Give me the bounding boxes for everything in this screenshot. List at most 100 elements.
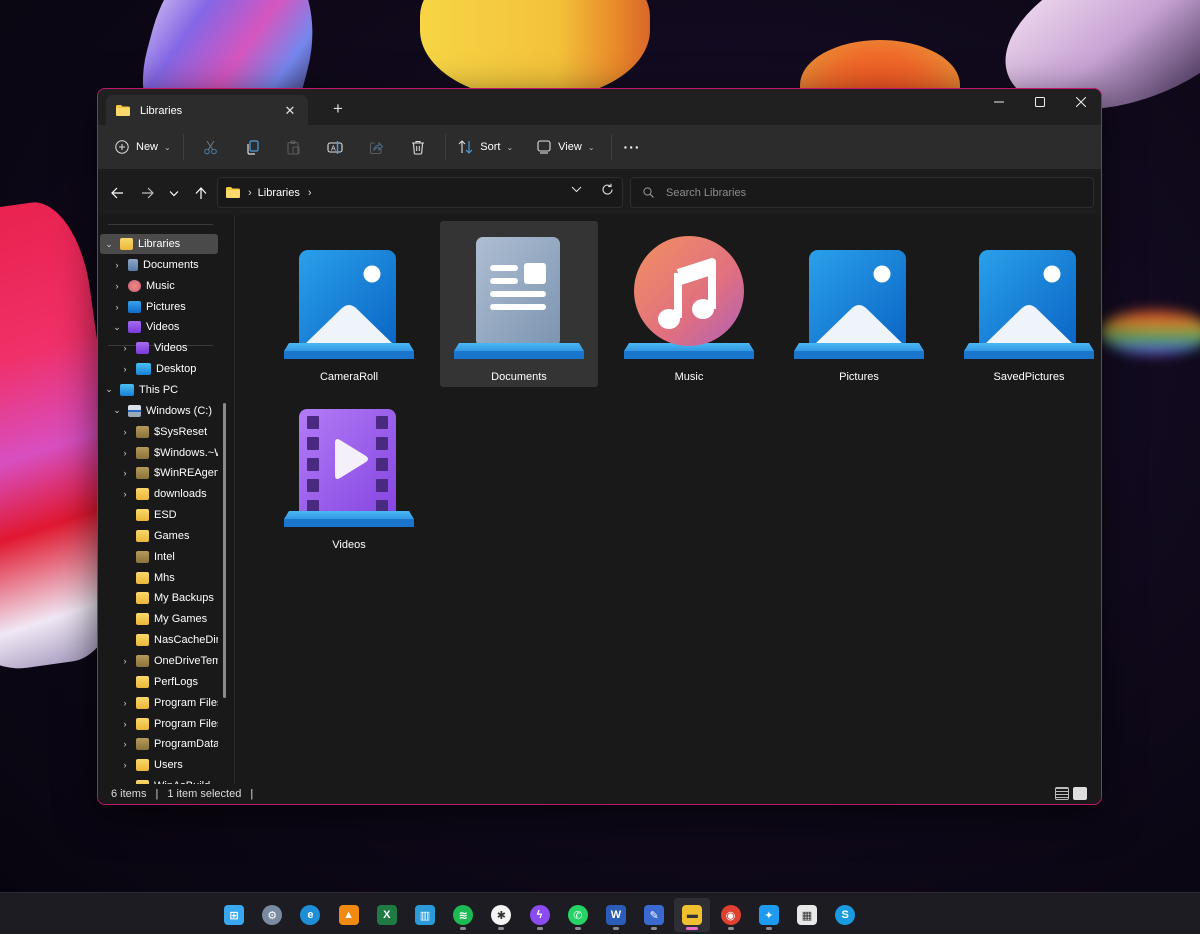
nav-item[interactable]: ›WinAsBuild	[100, 776, 218, 784]
rename-button[interactable]: A	[315, 131, 357, 163]
share-button[interactable]	[356, 131, 398, 163]
nav-item[interactable]: ⌄ Videos	[100, 317, 218, 337]
nav-item[interactable]: Intel	[100, 547, 218, 567]
nav-item[interactable]: NasCacheDirec	[100, 630, 218, 650]
chevron-right-icon[interactable]: ›	[120, 698, 130, 708]
nav-item[interactable]: › OneDriveTemp	[100, 651, 218, 671]
close-tab-button[interactable]: ✕	[276, 99, 304, 123]
chevron-right-icon[interactable]: ›	[120, 364, 130, 374]
nav-item[interactable]: ESD	[100, 505, 218, 525]
minimize-button[interactable]	[978, 89, 1019, 115]
search-input[interactable]	[666, 186, 1066, 199]
library-item[interactable]: Pictures	[780, 221, 938, 387]
search-box[interactable]	[630, 177, 1094, 208]
nav-item[interactable]: Mhs	[100, 568, 218, 588]
new-button[interactable]: New ⌄	[109, 131, 177, 163]
cut-button[interactable]	[190, 131, 232, 163]
chevron-right-icon[interactable]: ›	[120, 760, 130, 770]
tab-libraries[interactable]: Libraries ✕	[106, 95, 308, 126]
navigation-scrollbar[interactable]	[223, 403, 226, 698]
recent-locations-button[interactable]	[162, 181, 186, 205]
taskbar-skype[interactable]: S	[827, 898, 863, 932]
taskbar-snip[interactable]: ✎	[636, 898, 672, 932]
nav-item[interactable]: › Desktop	[100, 359, 218, 379]
nav-item[interactable]: ⌄ Windows (C:)	[100, 401, 218, 421]
chevron-right-icon[interactable]: ›	[120, 427, 130, 437]
taskbar-file-explorer[interactable]: ▬	[674, 898, 711, 932]
taskbar-messenger[interactable]: ϟ	[522, 898, 558, 932]
chevron-right-icon[interactable]: ›	[120, 656, 130, 666]
nav-item[interactable]: My Backups	[100, 588, 218, 608]
maximize-button[interactable]	[1019, 89, 1060, 115]
nav-item[interactable]: › $SysReset	[100, 422, 218, 442]
chevron-right-icon[interactable]: ›	[112, 302, 122, 312]
nav-item[interactable]: › Users	[100, 755, 218, 775]
taskbar-start[interactable]: ⊞	[216, 898, 252, 932]
nav-item[interactable]: Games	[100, 526, 218, 546]
taskbar-microsoft-store[interactable]: ▦	[789, 898, 825, 932]
address-history-button[interactable]	[571, 185, 582, 196]
details-view-button[interactable]	[1055, 787, 1069, 800]
library-item[interactable]: CameraRoll	[270, 221, 428, 387]
library-item[interactable]: Music	[610, 221, 768, 387]
nav-item[interactable]: › Program Files	[100, 693, 218, 713]
view-button[interactable]: View ⌄	[531, 131, 600, 163]
nav-item[interactable]: ⌄ This PC	[100, 380, 218, 400]
forward-button[interactable]	[135, 181, 159, 205]
taskbar-azure-data-studio[interactable]: ▥	[407, 898, 443, 932]
back-button[interactable]	[105, 181, 129, 205]
refresh-button[interactable]	[601, 183, 614, 199]
nav-item[interactable]: › $WinREAgent	[100, 463, 218, 483]
breadcrumb-separator[interactable]: ›	[308, 187, 312, 199]
paste-button[interactable]	[273, 131, 315, 163]
pane-splitter[interactable]	[234, 215, 235, 784]
taskbar-spotify[interactable]: ≋	[445, 898, 481, 932]
chevron-right-icon[interactable]: ›	[120, 719, 130, 729]
nav-item[interactable]: › ProgramData	[100, 734, 218, 754]
nav-item[interactable]: › $Windows.~W	[100, 443, 218, 463]
nav-item[interactable]: › Documents	[100, 255, 218, 275]
taskbar-settings[interactable]: ⚙	[254, 898, 290, 932]
chevron-right-icon[interactable]: ›	[120, 448, 130, 458]
nav-item[interactable]: › Program Files (	[100, 714, 218, 734]
chevron-right-icon[interactable]: ›	[120, 343, 130, 353]
taskbar-vlc[interactable]: ▲	[331, 898, 367, 932]
chevron-right-icon[interactable]: ›	[120, 489, 130, 499]
taskbar-slack[interactable]: ✱	[483, 898, 519, 932]
chevron-right-icon[interactable]: ›	[120, 739, 130, 749]
up-button[interactable]	[189, 181, 213, 205]
copy-button[interactable]	[231, 131, 273, 163]
nav-item[interactable]: › downloads	[100, 484, 218, 504]
nav-item[interactable]: ⌄ Libraries	[100, 234, 218, 254]
library-item[interactable]: Documents	[440, 221, 598, 387]
breadcrumb-libraries[interactable]: Libraries	[258, 187, 300, 199]
nav-item[interactable]: › Music	[100, 276, 218, 296]
nav-item[interactable]: › Pictures	[100, 297, 218, 317]
chevron-right-icon[interactable]: ›	[112, 260, 122, 270]
chevron-down-icon[interactable]: ⌄	[104, 384, 114, 395]
nav-item[interactable]: PerfLogs	[100, 672, 218, 692]
library-item[interactable]: SavedPictures	[950, 221, 1101, 387]
nav-item[interactable]: › Videos	[100, 338, 218, 358]
breadcrumb-separator[interactable]: ›	[248, 187, 252, 199]
chevron-right-icon[interactable]: ›	[120, 468, 130, 478]
close-window-button[interactable]	[1060, 89, 1101, 115]
delete-button[interactable]	[398, 131, 440, 163]
address-input[interactable]: › Libraries ›	[217, 177, 623, 208]
taskbar-twitter[interactable]: ✦	[751, 898, 787, 932]
new-tab-button[interactable]: +	[326, 97, 350, 121]
chevron-down-icon[interactable]: ⌄	[112, 322, 122, 333]
taskbar-whatsapp[interactable]: ✆	[560, 898, 596, 932]
sort-button[interactable]: Sort ⌄	[452, 131, 519, 163]
library-item[interactable]: Videos	[270, 389, 428, 555]
taskbar-chrome[interactable]: ◉	[713, 898, 749, 932]
more-options-button[interactable]: ···	[618, 131, 647, 163]
taskbar-excel[interactable]: X	[369, 898, 405, 932]
nav-item[interactable]: My Games	[100, 609, 218, 629]
large-icons-view-button[interactable]	[1073, 787, 1087, 800]
taskbar-edge[interactable]: e	[292, 898, 328, 932]
chevron-right-icon[interactable]: ›	[112, 281, 122, 291]
chevron-down-icon[interactable]: ⌄	[112, 405, 122, 416]
chevron-down-icon[interactable]: ⌄	[104, 239, 114, 250]
taskbar-word[interactable]: W	[598, 898, 634, 932]
